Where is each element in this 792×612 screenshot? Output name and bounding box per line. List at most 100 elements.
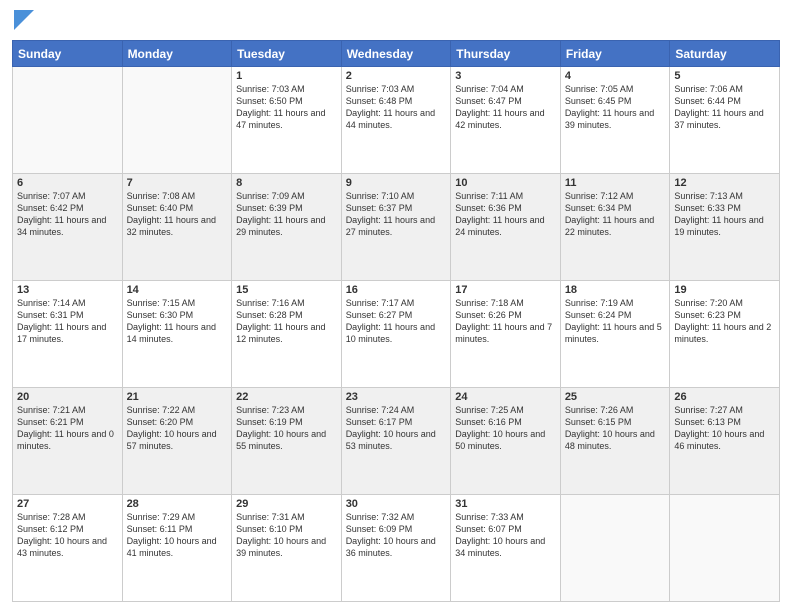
- week-row-3: 13Sunrise: 7:14 AM Sunset: 6:31 PM Dayli…: [13, 281, 780, 388]
- cell-info: Sunrise: 7:15 AM Sunset: 6:30 PM Dayligh…: [127, 297, 228, 346]
- calendar-table: SundayMondayTuesdayWednesdayThursdayFrid…: [12, 40, 780, 602]
- calendar-cell: 4Sunrise: 7:05 AM Sunset: 6:45 PM Daylig…: [560, 67, 670, 174]
- day-header-sunday: Sunday: [13, 41, 123, 67]
- day-number: 30: [346, 498, 447, 510]
- calendar-cell: 18Sunrise: 7:19 AM Sunset: 6:24 PM Dayli…: [560, 281, 670, 388]
- day-header-saturday: Saturday: [670, 41, 780, 67]
- calendar-cell: 22Sunrise: 7:23 AM Sunset: 6:19 PM Dayli…: [232, 388, 342, 495]
- calendar-cell: 6Sunrise: 7:07 AM Sunset: 6:42 PM Daylig…: [13, 174, 123, 281]
- day-number: 22: [236, 391, 337, 403]
- page: SundayMondayTuesdayWednesdayThursdayFrid…: [0, 0, 792, 612]
- cell-info: Sunrise: 7:31 AM Sunset: 6:10 PM Dayligh…: [236, 511, 337, 560]
- day-number: 26: [674, 391, 775, 403]
- calendar-cell: [13, 67, 123, 174]
- day-number: 14: [127, 284, 228, 296]
- calendar-cell: 26Sunrise: 7:27 AM Sunset: 6:13 PM Dayli…: [670, 388, 780, 495]
- day-number: 6: [17, 177, 118, 189]
- header: [12, 10, 780, 34]
- calendar-cell: 11Sunrise: 7:12 AM Sunset: 6:34 PM Dayli…: [560, 174, 670, 281]
- week-row-4: 20Sunrise: 7:21 AM Sunset: 6:21 PM Dayli…: [13, 388, 780, 495]
- day-number: 28: [127, 498, 228, 510]
- cell-info: Sunrise: 7:12 AM Sunset: 6:34 PM Dayligh…: [565, 190, 666, 239]
- day-number: 7: [127, 177, 228, 189]
- calendar-cell: 12Sunrise: 7:13 AM Sunset: 6:33 PM Dayli…: [670, 174, 780, 281]
- cell-info: Sunrise: 7:20 AM Sunset: 6:23 PM Dayligh…: [674, 297, 775, 346]
- week-row-2: 6Sunrise: 7:07 AM Sunset: 6:42 PM Daylig…: [13, 174, 780, 281]
- calendar-cell: 20Sunrise: 7:21 AM Sunset: 6:21 PM Dayli…: [13, 388, 123, 495]
- day-number: 24: [455, 391, 556, 403]
- calendar-cell: 17Sunrise: 7:18 AM Sunset: 6:26 PM Dayli…: [451, 281, 561, 388]
- cell-info: Sunrise: 7:08 AM Sunset: 6:40 PM Dayligh…: [127, 190, 228, 239]
- calendar-cell: 28Sunrise: 7:29 AM Sunset: 6:11 PM Dayli…: [122, 495, 232, 602]
- calendar-cell: 15Sunrise: 7:16 AM Sunset: 6:28 PM Dayli…: [232, 281, 342, 388]
- cell-info: Sunrise: 7:28 AM Sunset: 6:12 PM Dayligh…: [17, 511, 118, 560]
- calendar-cell: 2Sunrise: 7:03 AM Sunset: 6:48 PM Daylig…: [341, 67, 451, 174]
- day-header-tuesday: Tuesday: [232, 41, 342, 67]
- cell-info: Sunrise: 7:32 AM Sunset: 6:09 PM Dayligh…: [346, 511, 447, 560]
- day-header-monday: Monday: [122, 41, 232, 67]
- day-number: 8: [236, 177, 337, 189]
- day-number: 11: [565, 177, 666, 189]
- cell-info: Sunrise: 7:18 AM Sunset: 6:26 PM Dayligh…: [455, 297, 556, 346]
- calendar-cell: 24Sunrise: 7:25 AM Sunset: 6:16 PM Dayli…: [451, 388, 561, 495]
- calendar-cell: 27Sunrise: 7:28 AM Sunset: 6:12 PM Dayli…: [13, 495, 123, 602]
- cell-info: Sunrise: 7:03 AM Sunset: 6:50 PM Dayligh…: [236, 83, 337, 132]
- calendar-cell: 19Sunrise: 7:20 AM Sunset: 6:23 PM Dayli…: [670, 281, 780, 388]
- cell-info: Sunrise: 7:09 AM Sunset: 6:39 PM Dayligh…: [236, 190, 337, 239]
- cell-info: Sunrise: 7:24 AM Sunset: 6:17 PM Dayligh…: [346, 404, 447, 453]
- calendar-cell: [122, 67, 232, 174]
- cell-info: Sunrise: 7:22 AM Sunset: 6:20 PM Dayligh…: [127, 404, 228, 453]
- calendar-cell: 16Sunrise: 7:17 AM Sunset: 6:27 PM Dayli…: [341, 281, 451, 388]
- day-header-wednesday: Wednesday: [341, 41, 451, 67]
- day-number: 27: [17, 498, 118, 510]
- cell-info: Sunrise: 7:29 AM Sunset: 6:11 PM Dayligh…: [127, 511, 228, 560]
- day-number: 25: [565, 391, 666, 403]
- cell-info: Sunrise: 7:16 AM Sunset: 6:28 PM Dayligh…: [236, 297, 337, 346]
- cell-info: Sunrise: 7:23 AM Sunset: 6:19 PM Dayligh…: [236, 404, 337, 453]
- week-row-5: 27Sunrise: 7:28 AM Sunset: 6:12 PM Dayli…: [13, 495, 780, 602]
- day-header-friday: Friday: [560, 41, 670, 67]
- calendar-cell: 14Sunrise: 7:15 AM Sunset: 6:30 PM Dayli…: [122, 281, 232, 388]
- cell-info: Sunrise: 7:13 AM Sunset: 6:33 PM Dayligh…: [674, 190, 775, 239]
- calendar-header-row: SundayMondayTuesdayWednesdayThursdayFrid…: [13, 41, 780, 67]
- cell-info: Sunrise: 7:03 AM Sunset: 6:48 PM Dayligh…: [346, 83, 447, 132]
- cell-info: Sunrise: 7:21 AM Sunset: 6:21 PM Dayligh…: [17, 404, 118, 453]
- cell-info: Sunrise: 7:26 AM Sunset: 6:15 PM Dayligh…: [565, 404, 666, 453]
- calendar-cell: 31Sunrise: 7:33 AM Sunset: 6:07 PM Dayli…: [451, 495, 561, 602]
- day-number: 5: [674, 70, 775, 82]
- day-number: 31: [455, 498, 556, 510]
- day-number: 21: [127, 391, 228, 403]
- calendar-cell: 30Sunrise: 7:32 AM Sunset: 6:09 PM Dayli…: [341, 495, 451, 602]
- calendar-cell: 9Sunrise: 7:10 AM Sunset: 6:37 PM Daylig…: [341, 174, 451, 281]
- calendar-cell: 23Sunrise: 7:24 AM Sunset: 6:17 PM Dayli…: [341, 388, 451, 495]
- day-number: 19: [674, 284, 775, 296]
- calendar-cell: 1Sunrise: 7:03 AM Sunset: 6:50 PM Daylig…: [232, 67, 342, 174]
- logo-icon: [14, 10, 34, 30]
- calendar-cell: 8Sunrise: 7:09 AM Sunset: 6:39 PM Daylig…: [232, 174, 342, 281]
- day-number: 29: [236, 498, 337, 510]
- cell-info: Sunrise: 7:11 AM Sunset: 6:36 PM Dayligh…: [455, 190, 556, 239]
- calendar-cell: 13Sunrise: 7:14 AM Sunset: 6:31 PM Dayli…: [13, 281, 123, 388]
- day-number: 17: [455, 284, 556, 296]
- calendar-cell: [560, 495, 670, 602]
- day-number: 10: [455, 177, 556, 189]
- week-row-1: 1Sunrise: 7:03 AM Sunset: 6:50 PM Daylig…: [13, 67, 780, 174]
- cell-info: Sunrise: 7:33 AM Sunset: 6:07 PM Dayligh…: [455, 511, 556, 560]
- day-number: 13: [17, 284, 118, 296]
- cell-info: Sunrise: 7:25 AM Sunset: 6:16 PM Dayligh…: [455, 404, 556, 453]
- cell-info: Sunrise: 7:04 AM Sunset: 6:47 PM Dayligh…: [455, 83, 556, 132]
- cell-info: Sunrise: 7:19 AM Sunset: 6:24 PM Dayligh…: [565, 297, 666, 346]
- cell-info: Sunrise: 7:06 AM Sunset: 6:44 PM Dayligh…: [674, 83, 775, 132]
- cell-info: Sunrise: 7:05 AM Sunset: 6:45 PM Dayligh…: [565, 83, 666, 132]
- logo: [12, 10, 34, 34]
- cell-info: Sunrise: 7:27 AM Sunset: 6:13 PM Dayligh…: [674, 404, 775, 453]
- calendar-cell: 10Sunrise: 7:11 AM Sunset: 6:36 PM Dayli…: [451, 174, 561, 281]
- calendar-cell: 3Sunrise: 7:04 AM Sunset: 6:47 PM Daylig…: [451, 67, 561, 174]
- calendar-cell: 7Sunrise: 7:08 AM Sunset: 6:40 PM Daylig…: [122, 174, 232, 281]
- calendar-cell: 25Sunrise: 7:26 AM Sunset: 6:15 PM Dayli…: [560, 388, 670, 495]
- cell-info: Sunrise: 7:14 AM Sunset: 6:31 PM Dayligh…: [17, 297, 118, 346]
- calendar-cell: 29Sunrise: 7:31 AM Sunset: 6:10 PM Dayli…: [232, 495, 342, 602]
- cell-info: Sunrise: 7:10 AM Sunset: 6:37 PM Dayligh…: [346, 190, 447, 239]
- cell-info: Sunrise: 7:17 AM Sunset: 6:27 PM Dayligh…: [346, 297, 447, 346]
- day-number: 20: [17, 391, 118, 403]
